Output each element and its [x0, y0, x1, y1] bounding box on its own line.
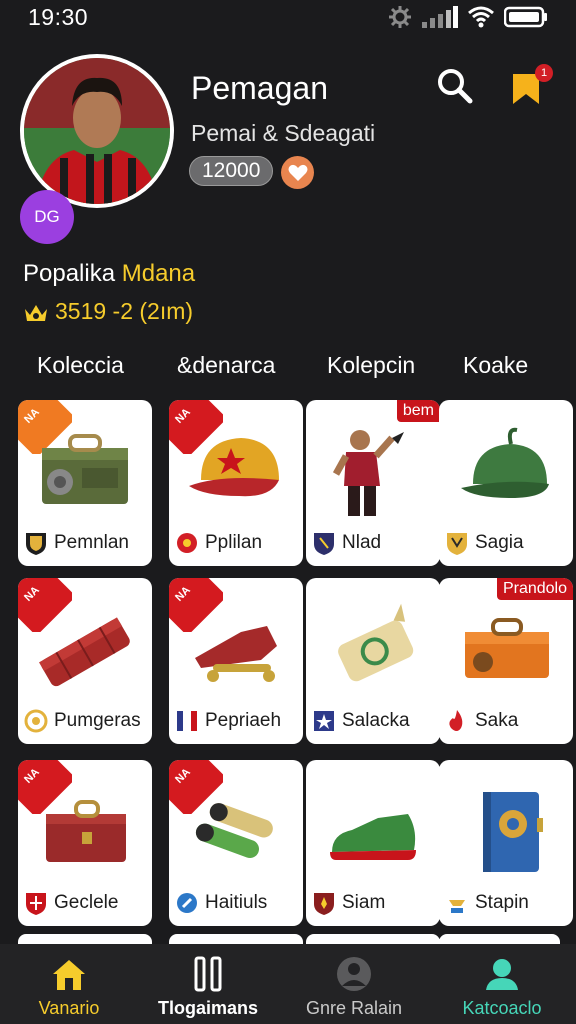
club-badge-icon: [177, 533, 197, 553]
flame-icon: [449, 710, 463, 731]
item-card[interactable]: NA Pplilan: [169, 400, 303, 566]
shield-icon: [314, 893, 334, 915]
gear-badge-icon: [177, 893, 197, 913]
settings-gear-icon: [389, 6, 411, 28]
nav-label-pause: Tlogaimans: [157, 998, 259, 1018]
battery-icon: [504, 6, 547, 28]
item-card[interactable]: Sagia: [439, 400, 573, 566]
item-label: Salacka: [342, 710, 410, 731]
card-peek: [306, 934, 440, 944]
heart-icon: [288, 164, 307, 181]
profile-subtitle: Pemai & Sdeagati: [191, 120, 376, 146]
item-card[interactable]: Prandolo Saka: [439, 578, 573, 744]
favorite-button[interactable]: [281, 156, 314, 189]
player-figure-icon: [306, 410, 440, 528]
item-card[interactable]: NA Geclele: [18, 760, 152, 926]
money-bag-icon: [306, 588, 440, 706]
card-peek: [439, 934, 560, 944]
nav-label-profile: Katcoaclo: [462, 998, 542, 1018]
item-card[interactable]: Siam: [306, 760, 440, 926]
item-label: Pemnlan: [54, 532, 129, 553]
wifi-icon: [468, 6, 494, 28]
status-time: 19:30: [28, 3, 89, 30]
item-label: Siam: [342, 892, 386, 913]
cap-icon: [169, 410, 303, 528]
flag-icon: [177, 711, 197, 731]
nav-label-home: Vanario: [38, 998, 100, 1018]
featured-title-highlight: Mdana: [121, 260, 196, 287]
club-crest-icon: [26, 893, 46, 915]
item-label: Nlad: [342, 532, 382, 553]
featured-stats: 3519 -2 (2ım): [23, 298, 195, 325]
tab-kolepcin[interactable]: Kolepcin: [327, 352, 415, 379]
item-label: Pumgeras: [54, 710, 141, 731]
star-badge-icon: [314, 711, 334, 731]
category-tabs: Koleccia &denarca Kolepcin Koake: [0, 346, 576, 386]
ammo-crate-icon: [18, 410, 152, 528]
shoe-icon: [306, 770, 440, 888]
pause-icon: [194, 956, 222, 992]
bottom-nav: Vanario Tlogaimans Gnre Ralain Katcoaclo: [0, 944, 576, 1024]
book-icon: [439, 770, 573, 888]
avatar-badge: DG: [20, 190, 74, 244]
notification-badge: 1: [535, 64, 553, 82]
item-label: Pplilan: [205, 532, 263, 553]
tab-koleccia[interactable]: Koleccia: [37, 352, 124, 379]
tab-koake[interactable]: Koake: [463, 352, 528, 379]
anvil-icon: [449, 900, 465, 913]
nav-item-game[interactable]: Gnre Ralain: [298, 944, 410, 1024]
shield-icon: [314, 533, 334, 555]
avatar[interactable]: [20, 54, 174, 208]
item-label: Sagia: [475, 532, 524, 553]
item-label: Haitiuls: [205, 892, 268, 913]
profile-header: DG Pemagan Pemai & Sdeagati 12000 1: [0, 50, 576, 250]
item-card[interactable]: bem Nlad: [306, 400, 440, 566]
item-label: Geclele: [54, 892, 119, 913]
crown-icon: [25, 304, 47, 321]
status-bar: 19:30: [0, 0, 576, 34]
shield-icon: [26, 533, 46, 555]
nav-item-home[interactable]: Vanario: [20, 944, 118, 1024]
item-card[interactable]: Salacka: [306, 578, 440, 744]
nav-label-game: Gnre Ralain: [305, 998, 403, 1018]
item-card[interactable]: NA Haitiuls: [169, 760, 303, 926]
orange-crate-icon: [439, 588, 573, 706]
coin-balance: 12000: [189, 156, 274, 186]
nav-item-profile[interactable]: Katcoaclo: [452, 944, 552, 1024]
item-card[interactable]: NA Pepriaeh: [169, 578, 303, 744]
item-card[interactable]: NA Pumgeras: [18, 578, 152, 744]
avatar-photo: [24, 58, 170, 204]
profile-icon: [486, 959, 518, 990]
boot-icon: [169, 588, 303, 706]
treasure-chest-icon: [18, 770, 152, 888]
home-icon: [53, 960, 85, 990]
profile-name: Pemagan: [191, 70, 328, 106]
item-card[interactable]: Stapin: [439, 760, 573, 926]
search-button[interactable]: [435, 66, 475, 106]
signal-icon: [422, 6, 458, 28]
nav-item-pause[interactable]: Tlogaimans: [148, 944, 268, 1024]
search-icon: [438, 69, 473, 104]
coin-badge-icon: [24, 709, 48, 733]
item-label: Saka: [475, 710, 519, 731]
battery-cells-icon: [169, 770, 303, 888]
featured-title: Popalika Mdana: [23, 260, 195, 288]
shield-icon: [447, 533, 467, 555]
card-peek: [18, 934, 152, 944]
featured-title-prefix: Popalika: [23, 260, 116, 287]
tab-denarca[interactable]: &denarca: [177, 352, 275, 379]
featured-stats-text: 3519 -2 (2ım): [55, 298, 194, 324]
dynamite-icon: [18, 588, 152, 706]
card-peek: [169, 934, 303, 944]
bookmark-button[interactable]: 1: [509, 64, 553, 108]
item-card[interactable]: NA Pemnlan: [18, 400, 152, 566]
helmet-icon: [439, 410, 573, 528]
game-icon: [337, 957, 371, 991]
status-icons: [388, 5, 548, 29]
item-label: Pepriaeh: [205, 710, 282, 731]
item-label: Stapin: [475, 892, 529, 913]
featured-section: Popalika Mdana 3519 -2 (2ım): [23, 260, 195, 325]
